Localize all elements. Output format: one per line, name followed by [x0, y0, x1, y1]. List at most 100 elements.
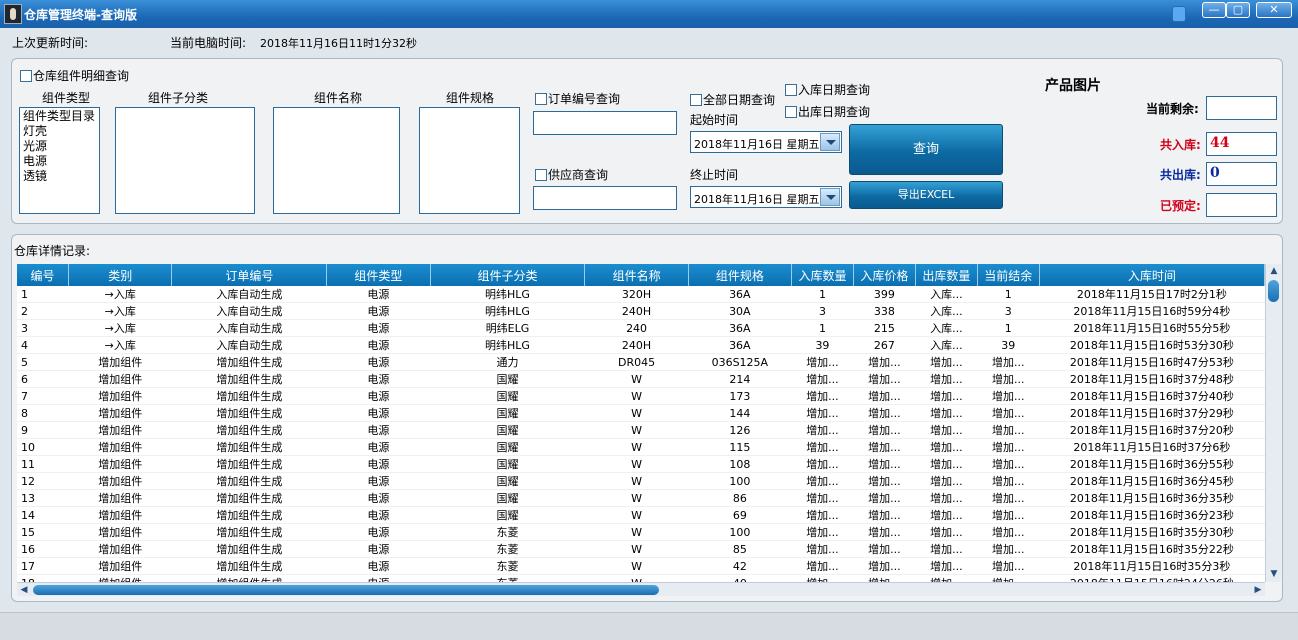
table-row[interactable]: 13 增加组件 增加组件生成 电源 国耀 W 86 增加... 增加... 增加... 增加... 2… — [17, 489, 1265, 507]
table-row[interactable]: 17 增加组件 增加组件生成 电源 东菱 W 42 增加... 增加... 增加... 增加... 2… — [17, 557, 1265, 575]
list-item[interactable]: 灯壳 — [23, 124, 96, 139]
table-row[interactable]: 6 增加组件 增加组件生成 电源 国耀 W 214 增加... 增加... 增加... 增加... 2… — [17, 370, 1265, 388]
scroll-up-icon[interactable]: ▲ — [1267, 264, 1281, 278]
table-row[interactable]: 16 增加组件 增加组件生成 电源 东菱 W 85 增加... 增加... 增加... 增加... 2… — [17, 540, 1265, 558]
checkbox-box[interactable] — [690, 94, 702, 106]
all-date-query-checkbox[interactable]: 全部日期查询 — [690, 91, 775, 108]
table-cell: 30A — [688, 302, 792, 320]
table-cell: 1 — [977, 286, 1040, 303]
scroll-left-icon[interactable]: ◀ — [17, 583, 31, 597]
minimize-button[interactable]: — — [1202, 2, 1226, 18]
start-date-picker[interactable]: 2018年11月16日 星期五 — [690, 131, 842, 153]
in-date-query-checkbox[interactable]: 入库日期查询 — [785, 81, 870, 98]
scroll-right-icon[interactable]: ▶ — [1251, 583, 1265, 597]
table-row[interactable]: 3 →入库 入库自动生成 电源 明纬ELG 240 36A 1 215 入库... 1 2018年11… — [17, 319, 1265, 337]
export-excel-button[interactable]: 导出EXCEL — [849, 181, 1003, 209]
detail-query-checkbox[interactable]: 仓库组件明细查询 — [20, 67, 129, 84]
end-date-picker[interactable]: 2018年11月16日 星期五 — [690, 186, 842, 208]
table-cell: 增加... — [977, 557, 1040, 575]
column-header[interactable]: 类别 — [68, 264, 173, 286]
table-cell: 增加... — [915, 506, 978, 524]
column-header[interactable]: 当前结余 — [977, 264, 1040, 286]
scroll-down-icon[interactable]: ▼ — [1267, 567, 1281, 581]
column-header[interactable]: 出库数量 — [915, 264, 978, 286]
column-header[interactable]: 组件类型 — [326, 264, 431, 286]
list-item[interactable]: 透镜 — [23, 169, 96, 184]
column-header[interactable]: 组件规格 — [688, 264, 792, 286]
type-listbox[interactable]: 组件类型目录 灯壳 光源 电源 透镜 — [19, 107, 100, 214]
table-row[interactable]: 1 →入库 入库自动生成 电源 明纬HLG 320H 36A 1 399 入库... 1 2018年1… — [17, 286, 1265, 303]
chevron-down-icon[interactable] — [820, 133, 840, 151]
table-row[interactable]: 8 增加组件 增加组件生成 电源 国耀 W 144 增加... 增加... 增加... 增加... 2… — [17, 404, 1265, 422]
table-cell: 11 — [17, 455, 69, 473]
checkbox-box[interactable] — [535, 93, 547, 105]
table-cell: 214 — [688, 370, 792, 388]
close-button[interactable]: ✕ — [1256, 2, 1292, 18]
table-cell: 增加... — [977, 353, 1040, 371]
column-header[interactable]: 订单编号 — [171, 264, 328, 286]
table-row[interactable]: 18增加组件增加组件生成电源东菱W40增加...增加...增加...增加...2… — [17, 574, 1265, 582]
subtype-listbox[interactable] — [115, 107, 255, 214]
table-cell: 电源 — [326, 455, 431, 473]
supplier-query-checkbox[interactable]: 供应商查询 — [535, 166, 608, 183]
table-row[interactable]: 10 增加组件 增加组件生成 电源 国耀 W 115 增加... 增加... 增加... 增加...… — [17, 438, 1265, 456]
table-row[interactable]: 7 增加组件 增加组件生成 电源 国耀 W 173 增加... 增加... 增加... 增加... 2… — [17, 387, 1265, 405]
scroll-thumb[interactable] — [33, 585, 659, 595]
list-item[interactable]: 电源 — [23, 154, 96, 169]
vertical-scrollbar[interactable]: ▲ ▼ — [1265, 264, 1281, 582]
table-cell: 增加... — [791, 421, 854, 439]
chevron-down-icon[interactable] — [820, 188, 840, 206]
table-row[interactable]: 11 增加组件 增加组件生成 电源 国耀 W 108 增加... 增加... 增加... 增加...… — [17, 455, 1265, 473]
table-cell: W — [584, 540, 689, 558]
table-row[interactable]: 15 增加组件 增加组件生成 电源 东菱 W 100 增加... 增加... 增加... 增加...… — [17, 523, 1265, 541]
out-date-query-checkbox[interactable]: 出库日期查询 — [785, 103, 870, 120]
end-date-value: 2018年11月16日 星期五 — [694, 193, 820, 206]
order-query-checkbox[interactable]: 订单编号查询 — [535, 90, 620, 107]
column-header[interactable]: 入库价格 — [853, 264, 916, 286]
table-row[interactable]: 5 增加组件 增加组件生成 电源 通力 DR045 036S125A 增加... 增加... 增加… — [17, 353, 1265, 371]
column-header[interactable]: 组件子分类 — [430, 264, 586, 286]
spec-listbox[interactable] — [419, 107, 520, 214]
table-cell: 国耀 — [430, 370, 585, 388]
maximize-button[interactable]: ▢ — [1226, 2, 1250, 18]
table-cell: 2018年11月15日16时37分6秒 — [1039, 438, 1265, 456]
list-item[interactable]: 光源 — [23, 139, 96, 154]
table-row[interactable]: 14 增加组件 增加组件生成 电源 国耀 W 69 增加... 增加... 增加... 增加... 2… — [17, 506, 1265, 524]
query-button[interactable]: 查询 — [849, 124, 1003, 175]
table-cell: 39 — [977, 336, 1040, 354]
records-grid[interactable]: 编号 类别 订单编号 组件类型 组件子分类 组件名称 组件规格 入库数量 入库价格 出库数量 当前结… — [17, 264, 1265, 582]
skin-icon[interactable] — [1172, 6, 1186, 22]
table-cell: 明纬HLG — [430, 336, 585, 354]
checkbox-box[interactable] — [535, 169, 547, 181]
name-listbox[interactable] — [273, 107, 400, 214]
list-item[interactable]: 组件类型目录 — [23, 109, 96, 124]
table-cell: 036S125A — [688, 353, 792, 371]
total-in-label: 共入库: — [1160, 138, 1201, 152]
table-cell: 电源 — [326, 319, 431, 337]
checkbox-box[interactable] — [785, 84, 797, 96]
column-header[interactable]: 编号 — [17, 264, 70, 286]
table-cell: 2018年11月15日16时37分48秒 — [1039, 370, 1265, 388]
horizontal-scrollbar[interactable]: ◀ ▶ — [17, 582, 1265, 596]
table-cell: 增加... — [853, 455, 916, 473]
table-cell: 增加组件生成 — [171, 387, 327, 405]
table-cell: 增加组件生成 — [171, 506, 327, 524]
column-header[interactable]: 入库数量 — [791, 264, 854, 286]
checkbox-box[interactable] — [785, 106, 797, 118]
scroll-thumb[interactable] — [1268, 280, 1279, 302]
order-number-input[interactable] — [533, 111, 677, 135]
table-row[interactable]: 12 增加组件 增加组件生成 电源 国耀 W 100 增加... 增加... 增加... 增加...… — [17, 472, 1265, 490]
supplier-input[interactable] — [533, 186, 677, 210]
table-cell: 东菱 — [430, 557, 585, 575]
checkbox-box[interactable] — [20, 70, 32, 82]
table-row[interactable]: 9 增加组件 增加组件生成 电源 国耀 W 126 增加... 增加... 增加... 增加... 2… — [17, 421, 1265, 439]
table-row[interactable]: 4 →入库 入库自动生成 电源 明纬HLG 240H 36A 39 267 入库... 39 2018… — [17, 336, 1265, 354]
column-header[interactable]: 组件名称 — [584, 264, 689, 286]
pc-time-label: 当前电脑时间: — [170, 36, 247, 50]
table-row[interactable]: 2 →入库 入库自动生成 电源 明纬HLG 240H 30A 3 338 入库... 3 2018年1… — [17, 302, 1265, 320]
table-cell: 增加... — [791, 455, 854, 473]
table-cell: 增加组件生成 — [171, 438, 327, 456]
table-cell: 通力 — [430, 353, 585, 371]
column-header[interactable]: 入库时间 — [1039, 264, 1265, 286]
table-cell: 267 — [853, 336, 916, 354]
